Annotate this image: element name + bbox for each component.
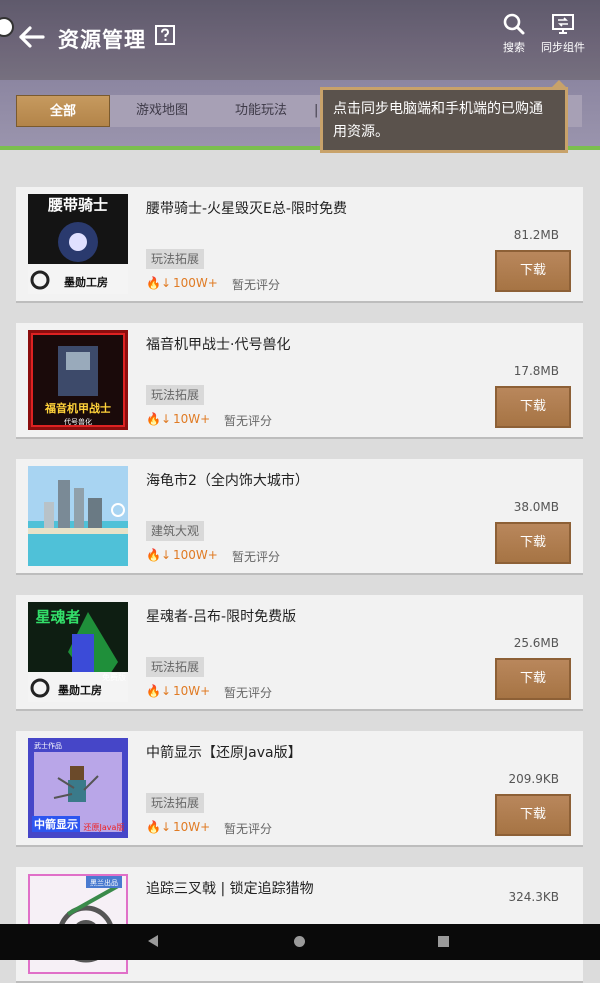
- rating-text: 暂无评分: [232, 278, 281, 292]
- download-arrow-icon: ↓: [160, 820, 172, 834]
- system-nav-bar: [0, 924, 600, 960]
- download-count: 10W+: [173, 684, 211, 698]
- thumb-title: 星魂者: [35, 608, 80, 626]
- help-icon[interactable]: [155, 25, 175, 45]
- download-stats: 🔥↓ 100W+ 暂无评分: [146, 548, 280, 564]
- resource-title[interactable]: 星魂者-吕布-限时免费版: [146, 606, 296, 626]
- download-stats: 🔥↓ 10W+ 暂无评分: [146, 684, 272, 700]
- thumb-subtitle: 还原Java版: [84, 822, 125, 832]
- resource-thumbnail[interactable]: 腰带骑士 墨勋工房: [28, 194, 128, 294]
- file-size: 17.8MB: [513, 364, 559, 378]
- rating-text: 暂无评分: [232, 550, 281, 564]
- download-arrow-icon: ↓: [160, 412, 172, 426]
- resource-card[interactable]: 腰带骑士 墨勋工房 腰带骑士-火星毁灭E总-限时免费 81.2MB 玩法拓展 🔥…: [16, 187, 583, 303]
- page-title: 资源管理: [58, 28, 146, 52]
- thumb-subtitle: 代号兽化: [64, 417, 92, 426]
- sync-components-button[interactable]: 同步组件: [538, 12, 588, 55]
- tab-all[interactable]: 全部: [16, 95, 110, 127]
- file-size: 324.3KB: [508, 890, 559, 904]
- resource-title[interactable]: 追踪三叉戟 | 锁定追踪猎物: [146, 878, 314, 898]
- search-label: 搜索: [503, 41, 525, 54]
- sync-tooltip: 点击同步电脑端和手机端的已购通用资源。: [320, 87, 568, 153]
- file-size: 25.6MB: [513, 636, 559, 650]
- rating-text: 暂无评分: [224, 686, 273, 700]
- tab-separator: |: [314, 103, 319, 118]
- sync-monitor-icon: [552, 14, 574, 34]
- download-button[interactable]: 下载: [495, 386, 571, 428]
- download-count: 10W+: [173, 412, 211, 426]
- thumb-top: 黑兰出品: [90, 878, 118, 887]
- download-button[interactable]: 下载: [495, 658, 571, 700]
- nav-recents-icon[interactable]: [438, 936, 449, 947]
- category-tag: 玩法拓展: [146, 793, 205, 813]
- tab-gameplay[interactable]: 功能玩法: [216, 95, 306, 127]
- search-icon: [503, 13, 525, 35]
- resource-title[interactable]: 福音机甲战士·代号兽化: [146, 334, 290, 354]
- download-stats: 🔥↓ 10W+ 暂无评分: [146, 820, 272, 836]
- tab-game-maps[interactable]: 游戏地图: [120, 95, 204, 127]
- resource-title[interactable]: 中箭显示【还原Java版】: [146, 742, 302, 762]
- fire-icon: 🔥: [146, 820, 161, 834]
- resource-title[interactable]: 腰带骑士-火星毁灭E总-限时免费: [146, 198, 347, 218]
- floating-dot[interactable]: [0, 17, 14, 37]
- fire-icon: 🔥: [146, 412, 161, 426]
- download-button[interactable]: 下载: [495, 794, 571, 836]
- back-arrow-icon[interactable]: [16, 22, 46, 52]
- category-tag: 玩法拓展: [146, 385, 205, 405]
- resource-thumbnail[interactable]: [28, 466, 128, 566]
- download-count: 10W+: [173, 820, 211, 834]
- nav-home-icon[interactable]: [294, 936, 305, 947]
- thumb-subtitle: 免费版: [102, 672, 126, 682]
- resource-thumbnail[interactable]: 福音机甲战士 代号兽化: [28, 330, 128, 430]
- download-arrow-icon: ↓: [160, 548, 172, 562]
- rating-text: 暂无评分: [224, 414, 273, 428]
- nav-back-icon[interactable]: [148, 935, 158, 947]
- download-count: 100W+: [173, 548, 218, 562]
- sync-label: 同步组件: [541, 41, 585, 54]
- category-tag: 玩法拓展: [146, 657, 205, 677]
- category-tag: 玩法拓展: [146, 249, 205, 269]
- thumb-title: 福音机甲战士: [44, 401, 111, 415]
- resource-thumbnail[interactable]: 武士作品 中箭显示 还原Java版: [28, 738, 128, 838]
- thumb-title: 中箭显示: [34, 817, 78, 831]
- top-bar: 资源管理 搜索 同步组件: [0, 0, 600, 80]
- file-size: 81.2MB: [513, 228, 559, 242]
- file-size: 38.0MB: [513, 500, 559, 514]
- download-button[interactable]: 下载: [495, 250, 571, 292]
- file-size: 209.9KB: [508, 772, 559, 786]
- rating-text: 暂无评分: [224, 822, 273, 836]
- download-arrow-icon: ↓: [160, 684, 172, 698]
- thumb-brand: 墨勋工房: [58, 683, 102, 697]
- thumb-brand: 墨勋工房: [64, 275, 108, 289]
- thumb-top: 武士作品: [34, 741, 62, 750]
- fire-icon: 🔥: [146, 276, 161, 290]
- resource-card[interactable]: 星魂者 墨勋工房 免费版 星魂者-吕布-限时免费版 25.6MB 玩法拓展 🔥↓…: [16, 595, 583, 711]
- fire-icon: 🔥: [146, 548, 161, 562]
- resource-title[interactable]: 海龟市2（全内饰大城市）: [146, 470, 309, 490]
- resource-card[interactable]: 武士作品 中箭显示 还原Java版 中箭显示【还原Java版】 209.9KB …: [16, 731, 583, 847]
- search-button[interactable]: 搜索: [498, 12, 530, 55]
- category-tag: 建筑大观: [146, 521, 205, 541]
- download-arrow-icon: ↓: [160, 276, 172, 290]
- download-stats: 🔥↓ 10W+ 暂无评分: [146, 412, 272, 428]
- thumb-title: 腰带骑士: [47, 196, 108, 214]
- resource-thumbnail[interactable]: 星魂者 墨勋工房 免费版: [28, 602, 128, 702]
- download-button[interactable]: 下载: [495, 522, 571, 564]
- fire-icon: 🔥: [146, 684, 161, 698]
- download-stats: 🔥↓ 100W+ 暂无评分: [146, 276, 280, 292]
- resource-card[interactable]: 海龟市2（全内饰大城市） 38.0MB 建筑大观 🔥↓ 100W+ 暂无评分 下载: [16, 459, 583, 575]
- resource-card[interactable]: 福音机甲战士 代号兽化 福音机甲战士·代号兽化 17.8MB 玩法拓展 🔥↓ 10…: [16, 323, 583, 439]
- download-count: 100W+: [173, 276, 218, 290]
